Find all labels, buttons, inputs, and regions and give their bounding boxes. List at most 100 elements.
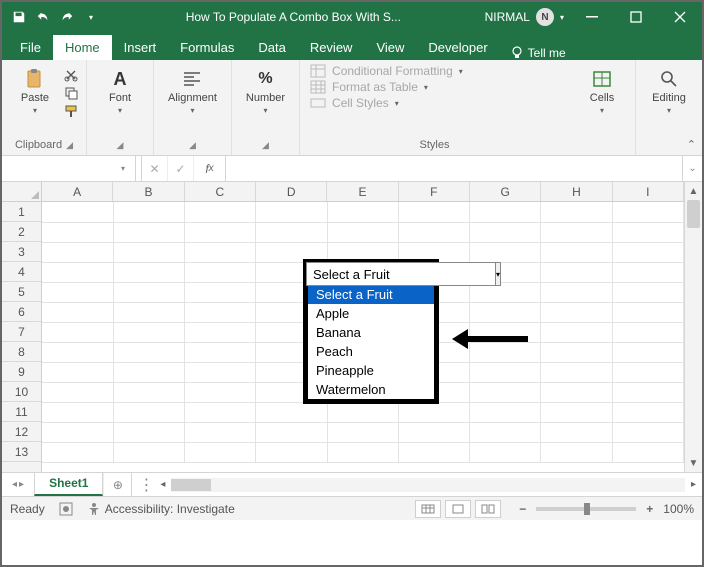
scroll-down-icon[interactable]: ▼ bbox=[685, 454, 702, 472]
sheet-next-icon[interactable]: ▸ bbox=[19, 479, 24, 490]
cell[interactable] bbox=[612, 442, 683, 462]
cell[interactable] bbox=[470, 202, 541, 222]
row-header[interactable]: 4 bbox=[2, 262, 41, 282]
cell[interactable] bbox=[470, 302, 541, 322]
row-header[interactable]: 11 bbox=[2, 402, 41, 422]
cell[interactable] bbox=[398, 222, 469, 242]
combo-option[interactable]: Peach bbox=[308, 342, 434, 361]
font-button[interactable]: A Font ▾ bbox=[95, 64, 145, 119]
dialog-launcher-icon[interactable]: ◢ bbox=[189, 140, 196, 151]
formula-bar[interactable] bbox=[226, 156, 682, 181]
minimize-button[interactable] bbox=[570, 2, 614, 32]
format-as-table-button[interactable]: Format as Table▾ bbox=[310, 80, 559, 94]
cell[interactable] bbox=[327, 442, 398, 462]
cell[interactable] bbox=[185, 422, 256, 442]
cell[interactable] bbox=[185, 342, 256, 362]
row-header[interactable]: 10 bbox=[2, 382, 41, 402]
tab-home[interactable]: Home bbox=[53, 35, 112, 60]
cell[interactable] bbox=[42, 202, 113, 222]
chevron-down-icon[interactable]: ▾ bbox=[117, 164, 129, 173]
cell[interactable] bbox=[541, 362, 612, 382]
column-header[interactable]: G bbox=[470, 182, 541, 201]
cell[interactable] bbox=[185, 442, 256, 462]
combo-box[interactable]: ▾ Select a FruitAppleBananaPeachPineappl… bbox=[303, 259, 439, 404]
paste-button[interactable]: Paste ▾ bbox=[10, 64, 60, 119]
collapse-ribbon-icon[interactable]: ⌃ bbox=[687, 138, 696, 151]
row-header[interactable]: 7 bbox=[2, 322, 41, 342]
cell[interactable] bbox=[256, 442, 327, 462]
zoom-in-button[interactable]: + bbox=[642, 502, 657, 516]
combo-option[interactable]: Apple bbox=[308, 304, 434, 323]
column-header[interactable]: H bbox=[541, 182, 612, 201]
cell[interactable] bbox=[541, 202, 612, 222]
cell[interactable] bbox=[612, 242, 683, 262]
cell[interactable] bbox=[256, 402, 327, 422]
cell[interactable] bbox=[113, 362, 184, 382]
cell[interactable] bbox=[398, 202, 469, 222]
cell[interactable] bbox=[42, 422, 113, 442]
cell[interactable] bbox=[541, 262, 612, 282]
cell[interactable] bbox=[42, 322, 113, 342]
scroll-right-icon[interactable]: ▸ bbox=[691, 479, 696, 490]
save-icon[interactable] bbox=[10, 8, 28, 26]
cell[interactable] bbox=[470, 362, 541, 382]
cell[interactable] bbox=[612, 282, 683, 302]
column-header[interactable]: I bbox=[613, 182, 684, 201]
cell[interactable] bbox=[541, 302, 612, 322]
cell[interactable] bbox=[612, 342, 683, 362]
cell[interactable] bbox=[256, 222, 327, 242]
enter-formula-icon[interactable]: ✓ bbox=[168, 156, 194, 181]
editing-button[interactable]: Editing ▾ bbox=[644, 64, 694, 119]
row-header[interactable]: 8 bbox=[2, 342, 41, 362]
dialog-launcher-icon[interactable]: ◢ bbox=[66, 140, 73, 151]
cell[interactable] bbox=[42, 282, 113, 302]
cell[interactable] bbox=[327, 422, 398, 442]
cell[interactable] bbox=[470, 222, 541, 242]
number-button[interactable]: % Number ▾ bbox=[240, 64, 291, 119]
cancel-formula-icon[interactable]: ✕ bbox=[142, 156, 168, 181]
expand-formula-bar-icon[interactable]: ⌄ bbox=[682, 156, 702, 181]
cell[interactable] bbox=[42, 362, 113, 382]
cell[interactable] bbox=[113, 422, 184, 442]
cell[interactable] bbox=[327, 202, 398, 222]
maximize-button[interactable] bbox=[614, 2, 658, 32]
cell[interactable] bbox=[541, 322, 612, 342]
add-sheet-button[interactable]: ⊕ bbox=[103, 473, 131, 496]
cell[interactable] bbox=[470, 442, 541, 462]
cell[interactable] bbox=[113, 322, 184, 342]
column-header[interactable]: E bbox=[327, 182, 398, 201]
tab-developer[interactable]: Developer bbox=[416, 35, 499, 60]
name-box[interactable]: ▾ bbox=[2, 156, 136, 181]
combo-option[interactable]: Banana bbox=[308, 323, 434, 342]
column-header[interactable]: C bbox=[185, 182, 256, 201]
format-painter-icon[interactable] bbox=[64, 104, 78, 118]
column-header[interactable]: B bbox=[113, 182, 184, 201]
horizontal-scrollbar[interactable]: ⋮ ◂ ▸ bbox=[131, 473, 702, 496]
page-layout-view-button[interactable] bbox=[445, 500, 471, 518]
zoom-out-button[interactable]: − bbox=[515, 502, 530, 516]
page-break-view-button[interactable] bbox=[475, 500, 501, 518]
cell[interactable] bbox=[256, 202, 327, 222]
cell[interactable] bbox=[185, 322, 256, 342]
row-header[interactable]: 9 bbox=[2, 362, 41, 382]
fx-icon[interactable]: fx bbox=[194, 156, 226, 181]
cell[interactable] bbox=[470, 422, 541, 442]
tab-file[interactable]: File bbox=[8, 35, 53, 60]
combo-option[interactable]: Select a Fruit bbox=[308, 285, 434, 304]
alignment-button[interactable]: Alignment ▾ bbox=[162, 64, 223, 119]
cell[interactable] bbox=[113, 302, 184, 322]
zoom-slider[interactable] bbox=[536, 507, 636, 511]
cell[interactable] bbox=[113, 242, 184, 262]
cell[interactable] bbox=[185, 382, 256, 402]
cell[interactable] bbox=[185, 282, 256, 302]
copy-icon[interactable] bbox=[64, 86, 78, 100]
cell[interactable] bbox=[185, 222, 256, 242]
cell[interactable] bbox=[612, 382, 683, 402]
cell[interactable] bbox=[612, 322, 683, 342]
combo-dropdown-button[interactable]: ▾ bbox=[496, 262, 501, 286]
scroll-left-icon[interactable]: ◂ bbox=[160, 479, 165, 490]
scroll-thumb[interactable] bbox=[171, 479, 211, 491]
dialog-launcher-icon[interactable]: ◢ bbox=[262, 140, 269, 151]
formula-input[interactable] bbox=[226, 162, 682, 176]
cell[interactable] bbox=[612, 302, 683, 322]
